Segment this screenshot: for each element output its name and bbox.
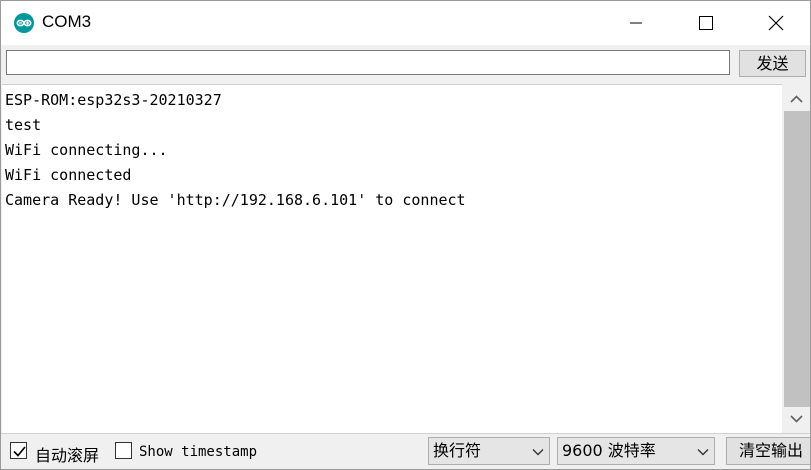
send-input[interactable] (6, 50, 730, 75)
output-line: WiFi connected (5, 166, 132, 184)
window-title: COM3 (42, 12, 92, 31)
scroll-up-icon[interactable] (789, 93, 804, 105)
baud-rate-select[interactable]: 9600 波特率 (557, 437, 715, 465)
output-line: WiFi connecting... (5, 141, 168, 159)
scroll-down-icon[interactable] (789, 413, 804, 425)
maximize-icon (699, 16, 713, 30)
line-ending-value: 换行符 (433, 441, 482, 460)
clear-output-button[interactable]: 清空输出 (726, 437, 810, 465)
autoscroll-checkbox[interactable] (10, 442, 27, 459)
checkmark-icon (13, 446, 26, 457)
chevron-down-icon (532, 448, 544, 456)
title-bar[interactable]: COM3 (1, 1, 810, 45)
vertical-scrollbar[interactable] (783, 85, 810, 432)
scroll-thumb[interactable] (784, 111, 810, 407)
send-button[interactable]: 发送 (739, 50, 806, 77)
autoscroll-label: 自动滚屏 (35, 446, 100, 465)
baud-rate-value: 9600 波特率 (562, 441, 656, 460)
timestamp-checkbox[interactable] (115, 442, 132, 459)
serial-monitor-window: COM3 发送 ESP-ROM:esp32s3-20210327 test Wi… (0, 0, 811, 470)
close-icon (768, 15, 784, 31)
output-line: ESP-ROM:esp32s3-20210327 (5, 91, 222, 109)
bottom-bar: 自动滚屏 Show timestamp 换行符 9600 波特率 清空输出 (1, 433, 810, 469)
chevron-down-icon (697, 448, 709, 456)
line-ending-select[interactable]: 换行符 (428, 437, 550, 465)
minimize-icon (630, 22, 642, 24)
maximize-button[interactable] (682, 1, 728, 45)
arduino-logo-icon (14, 13, 34, 33)
output-line: test (5, 116, 42, 134)
timestamp-label: Show timestamp (139, 444, 258, 460)
output-line: Camera Ready! Use 'http://192.168.6.101'… (5, 191, 466, 209)
minimize-button[interactable] (613, 1, 659, 45)
close-button[interactable] (752, 1, 798, 45)
serial-output[interactable]: ESP-ROM:esp32s3-20210327 test WiFi conne… (2, 84, 782, 433)
